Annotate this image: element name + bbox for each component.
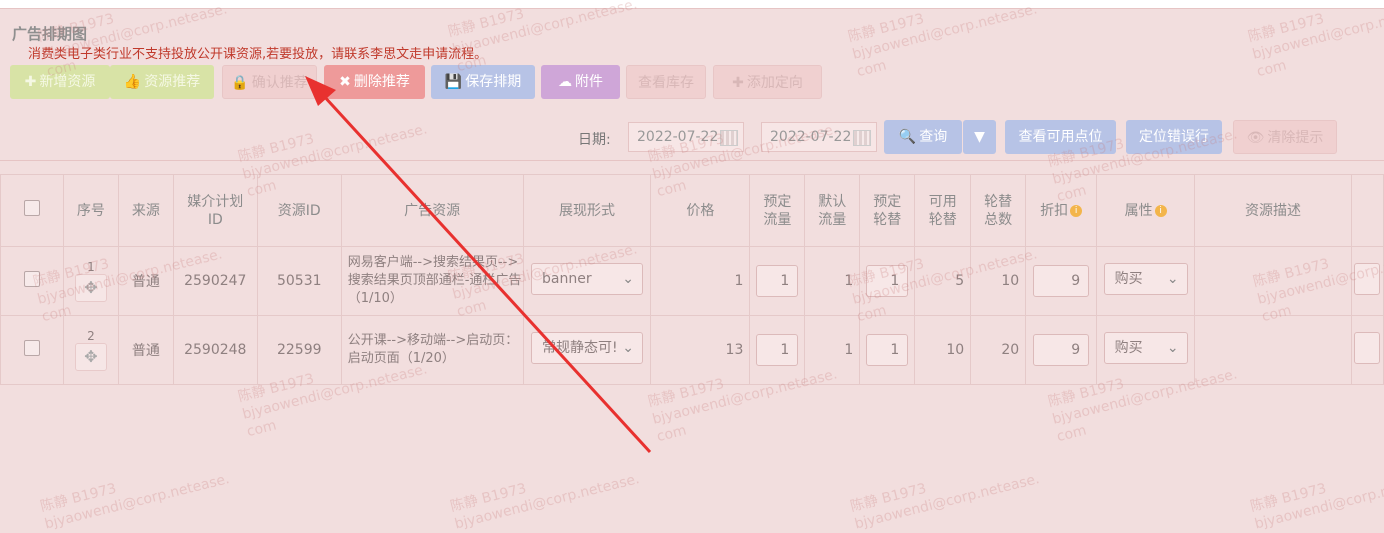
annotation-arrow — [305, 76, 652, 454]
arrow-shaft — [320, 92, 652, 454]
arrow-head — [305, 76, 336, 106]
